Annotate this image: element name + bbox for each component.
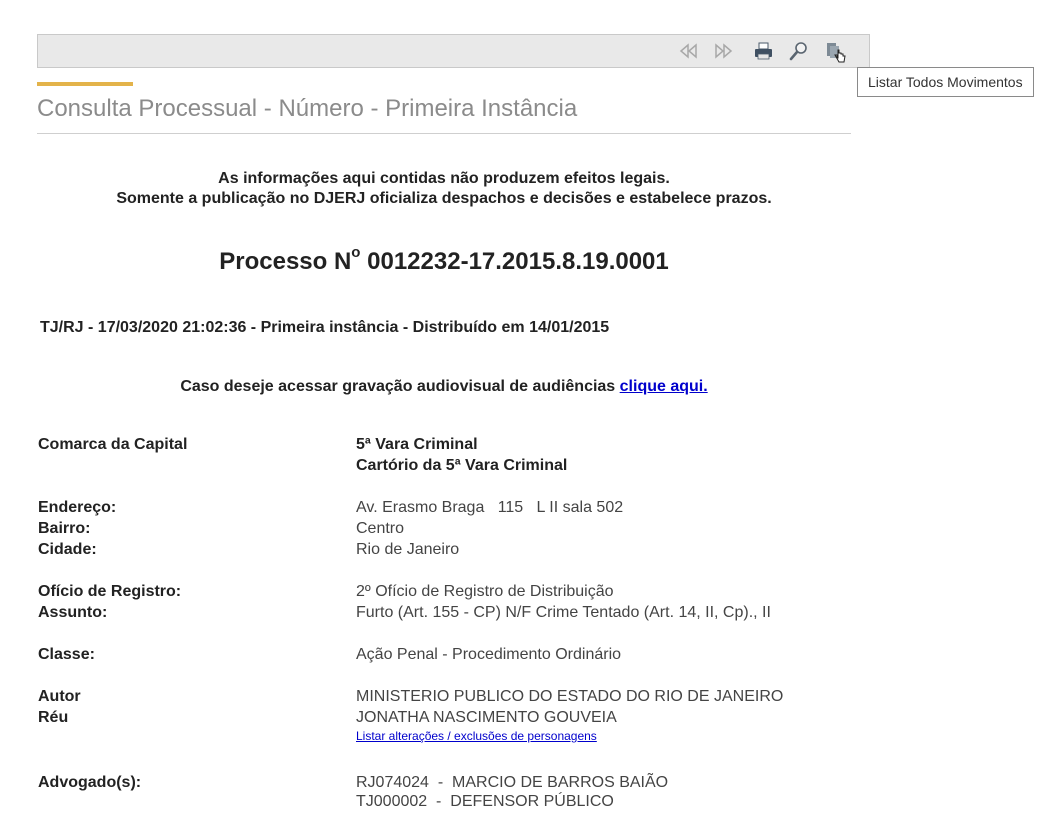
next-page-icon[interactable]: [713, 40, 735, 62]
reu-label: Réu: [38, 709, 69, 726]
list-movements-icon[interactable]: [824, 40, 846, 63]
endereco-label: Endereço:: [38, 499, 117, 516]
title-accent-bar: [37, 82, 133, 86]
notice-line-2: Somente a publicação no DJERJ oficializa…: [116, 190, 772, 207]
advogado-2: TJ000002 - DEFENSOR PÚBLICO: [356, 793, 614, 810]
page-title: Consulta Processual - Número - Primeira …: [37, 95, 578, 122]
assunto-label: Assunto:: [38, 604, 108, 621]
bairro-value: Centro: [356, 520, 405, 537]
title-divider: [37, 133, 851, 134]
process-info-line: TJ/RJ - 17/03/2020 21:02:36 - Primeira i…: [40, 319, 610, 336]
process-number: Processo No 0012232-17.2015.8.19.0001: [37, 244, 851, 276]
cidade-label: Cidade:: [38, 541, 97, 558]
legal-notice: As informações aqui contidas não produze…: [37, 169, 851, 209]
classe-label: Classe:: [38, 646, 95, 663]
process-sup: o: [351, 244, 361, 261]
comarca-label: Comarca da Capital: [38, 436, 188, 453]
toolbar: [37, 34, 870, 68]
print-icon[interactable]: [752, 40, 774, 62]
audio-text: Caso deseje acessar gravação audiovisual…: [180, 378, 620, 395]
bairro-label: Bairro:: [38, 520, 91, 537]
audio-notice: Caso deseje acessar gravação audiovisual…: [37, 378, 851, 396]
vara-value: 5ª Vara Criminal: [356, 436, 478, 453]
process-prefix: Processo N: [219, 248, 352, 275]
audio-link[interactable]: clique aqui.: [620, 378, 708, 395]
process-number-value: 0012232-17.2015.8.19.0001: [360, 248, 669, 275]
cartorio-value: Cartório da 5ª Vara Criminal: [356, 457, 568, 474]
notice-line-1: As informações aqui contidas não produze…: [218, 170, 670, 187]
classe-value: Ação Penal - Procedimento Ordinário: [356, 646, 622, 663]
oficio-label: Ofício de Registro:: [38, 583, 182, 600]
oficio-value: 2º Ofício de Registro de Distribuição: [356, 583, 614, 600]
advogado-1: RJ074024 - MARCIO DE BARROS BAIÃO: [356, 774, 669, 791]
cidade-value: Rio de Janeiro: [356, 541, 460, 558]
search-icon[interactable]: [788, 40, 810, 62]
autor-value: MINISTERIO PUBLICO DO ESTADO DO RIO DE J…: [356, 688, 784, 705]
tooltip: Listar Todos Movimentos: [857, 67, 1034, 97]
first-page-icon[interactable]: [677, 40, 699, 62]
endereco-value: Av. Erasmo Braga 115 L II sala 502: [356, 499, 624, 516]
alteracoes-link[interactable]: Listar alterações / exclusões de persona…: [356, 729, 597, 743]
assunto-value: Furto (Art. 155 - CP) N/F Crime Tentado …: [356, 604, 771, 621]
autor-label: Autor: [38, 688, 81, 705]
reu-value: JONATHA NASCIMENTO GOUVEIA: [356, 709, 617, 726]
advogados-label: Advogado(s):: [38, 774, 142, 791]
